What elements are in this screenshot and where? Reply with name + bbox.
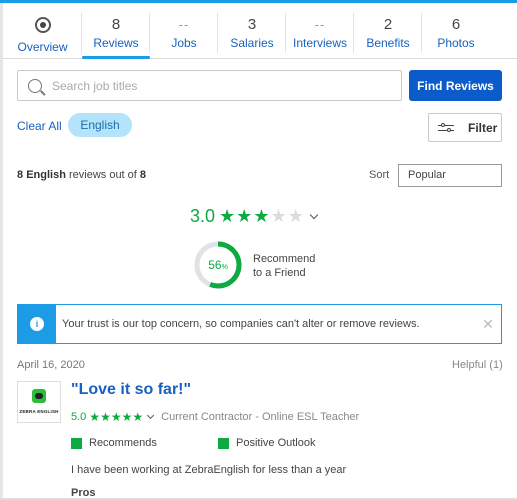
green-check-icon bbox=[71, 437, 82, 449]
left-border bbox=[0, 3, 3, 500]
overview-icon bbox=[34, 17, 51, 33]
outlook-flag: Positive Outlook bbox=[218, 437, 315, 449]
star-icon: ★ bbox=[89, 410, 101, 424]
clear-all-link[interactable]: Clear All bbox=[17, 119, 62, 133]
green-check-icon bbox=[218, 437, 229, 449]
star-icon: ★ bbox=[287, 205, 304, 226]
chevron-down-icon bbox=[309, 210, 318, 219]
review-meta: 5.0 ★★★★★ Current Contractor - Online ES… bbox=[71, 408, 359, 426]
find-reviews-button[interactable]: Find Reviews bbox=[409, 70, 502, 101]
star-icon: ★ bbox=[110, 410, 122, 424]
tab-label: Reviews bbox=[93, 36, 139, 50]
review-date: April 16, 2020 bbox=[17, 359, 85, 371]
close-icon[interactable]: ✕ bbox=[475, 316, 501, 333]
star-icon: ★ bbox=[100, 410, 111, 424]
tab-label: Benefits bbox=[366, 36, 410, 50]
language-filter-chip[interactable]: English bbox=[68, 113, 132, 137]
employment-duration: I have been working at ZebraEnglish for … bbox=[71, 464, 347, 476]
tab-photos[interactable]: 6 Photos bbox=[422, 3, 490, 58]
recommend-label: Recommend to a Friend bbox=[253, 253, 316, 279]
star-icon: ★ bbox=[253, 205, 270, 226]
tab-benefits[interactable]: 2 Benefits bbox=[354, 3, 422, 58]
tab-label: Overview bbox=[17, 40, 68, 54]
star-icon: ★ bbox=[270, 205, 287, 226]
tab-overview[interactable]: Overview bbox=[3, 3, 82, 58]
search-icon bbox=[28, 78, 42, 93]
tab-count: 6 bbox=[451, 16, 461, 33]
overall-rating[interactable]: 3.0 ★★★★★ bbox=[190, 205, 318, 227]
chevron-down-icon[interactable] bbox=[147, 411, 155, 419]
sliders-icon bbox=[438, 122, 454, 133]
star-icon: ★ bbox=[132, 410, 144, 424]
search-box bbox=[17, 70, 402, 101]
review-count-summary: 8 English reviews out of 8 bbox=[17, 169, 147, 181]
tab-count: 3 bbox=[247, 16, 257, 33]
tab-count: -- bbox=[178, 17, 190, 32]
reviewer-role: Current Contractor - Online ESL Teacher bbox=[161, 411, 360, 423]
tab-reviews[interactable]: 8 Reviews bbox=[82, 3, 150, 59]
trust-notice: i Your trust is our top concern, so comp… bbox=[17, 304, 502, 344]
tab-count: -- bbox=[314, 17, 326, 32]
star-icon: ★ bbox=[219, 205, 236, 226]
tab-jobs[interactable]: -- Jobs bbox=[150, 3, 218, 58]
filter-label: Filter bbox=[468, 120, 498, 135]
sort-select[interactable]: Popular bbox=[398, 164, 502, 187]
recommends-flag: Recommends bbox=[71, 437, 157, 449]
overall-rating-value: 3.0 bbox=[190, 206, 216, 226]
recommend-percent: 56% bbox=[208, 258, 228, 272]
star-icon: ★ bbox=[121, 410, 133, 424]
review-title[interactable]: "Love it so far!" bbox=[71, 381, 191, 399]
tab-label: Jobs bbox=[171, 36, 197, 50]
review-rating: 5.0 bbox=[71, 411, 87, 423]
notice-message: Your trust is our top concern, so compan… bbox=[62, 318, 420, 330]
tab-label: Salaries bbox=[230, 36, 274, 50]
tab-interviews[interactable]: -- Interviews bbox=[286, 3, 354, 58]
search-input[interactable] bbox=[52, 78, 382, 93]
info-icon: i bbox=[30, 317, 44, 331]
filter-button[interactable]: Filter bbox=[428, 113, 502, 142]
tab-count: 8 bbox=[111, 16, 121, 33]
tab-count: 2 bbox=[383, 16, 393, 33]
zebra-logo-icon bbox=[32, 389, 46, 403]
tab-label: Interviews bbox=[292, 36, 348, 50]
tab-salaries[interactable]: 3 Salaries bbox=[218, 3, 286, 58]
tab-label: Photos bbox=[437, 36, 475, 50]
company-logo: ZEBRA ENGLISH bbox=[17, 381, 61, 423]
sort-label: Sort bbox=[369, 169, 390, 181]
helpful-button[interactable]: Helpful (1) bbox=[452, 359, 503, 371]
company-tabs: Overview 8 Reviews -- Jobs 3 Salaries --… bbox=[3, 3, 517, 59]
star-icon: ★ bbox=[236, 205, 253, 226]
